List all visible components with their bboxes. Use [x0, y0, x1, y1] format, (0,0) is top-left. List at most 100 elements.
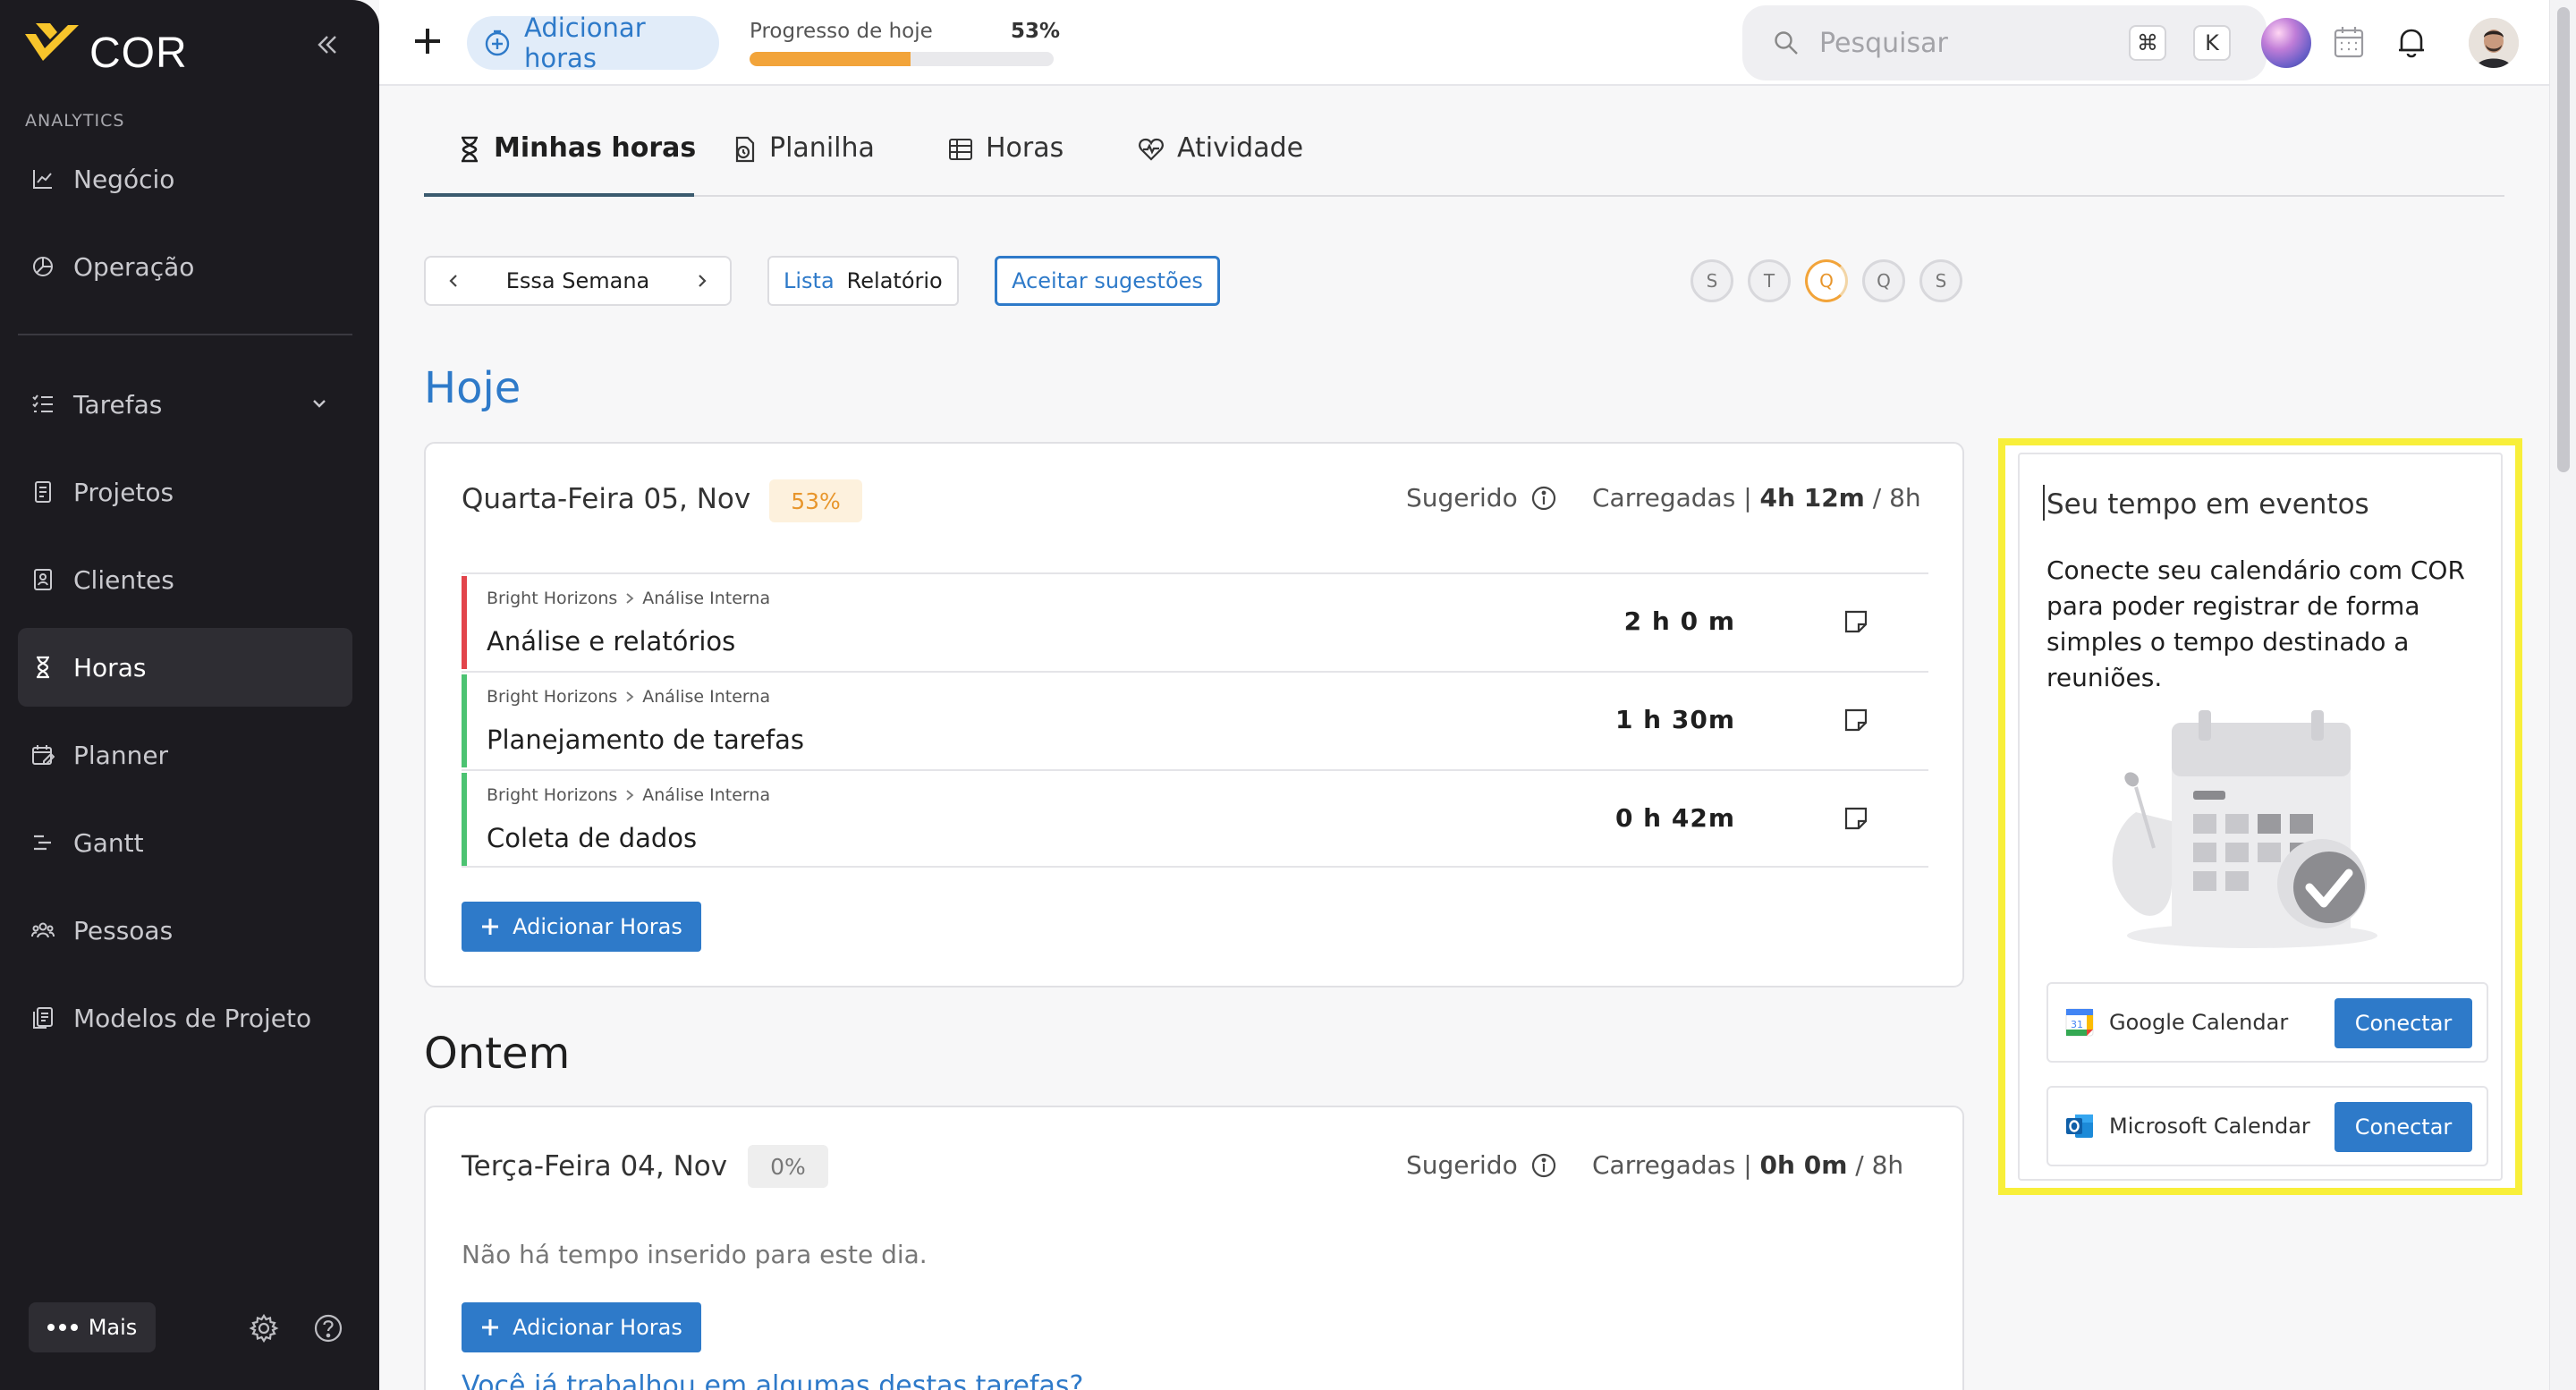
- search-input[interactable]: [1819, 27, 2106, 59]
- loaded-hours: Carregadas | 0h 0m / 8h: [1592, 1150, 1903, 1180]
- chevron-left-icon[interactable]: [445, 273, 462, 289]
- google-calendar-icon: 31: [2064, 1007, 2095, 1038]
- sidebar-item-planner[interactable]: Planner: [18, 716, 352, 794]
- page-scrollbar[interactable]: [2549, 0, 2576, 1390]
- breadcrumb: Bright Horizons Análise Interna: [487, 687, 770, 707]
- view-toggle: Lista Relatório: [767, 256, 959, 306]
- tab-minhas-horas[interactable]: Minhas horas: [458, 132, 696, 197]
- time-entry[interactable]: Bright Horizons Análise Interna Planejam…: [462, 671, 1928, 769]
- entry-duration[interactable]: 2 h 0 m: [1624, 606, 1735, 636]
- note-icon[interactable]: [1843, 805, 1869, 832]
- add-hours-yesterday-button[interactable]: Adicionar Horas: [462, 1302, 701, 1352]
- chevron-right-icon: [624, 789, 635, 801]
- sidebar-item-modelos-de-projeto[interactable]: Modelos de Projeto: [18, 979, 352, 1057]
- avatar[interactable]: [2469, 18, 2519, 68]
- entry-color-bar: [462, 576, 467, 669]
- accept-suggestions-button[interactable]: Aceitar sugestões: [995, 256, 1220, 306]
- breadcrumb-client[interactable]: Bright Horizons: [487, 687, 617, 707]
- note-icon[interactable]: [1843, 608, 1869, 635]
- progress-bar: [750, 52, 1054, 66]
- sidebar-item-pessoas[interactable]: Pessoas: [18, 891, 352, 970]
- entry-duration[interactable]: 0 h 42m: [1615, 803, 1735, 833]
- gantt-icon: [30, 830, 55, 855]
- loaded-target: / 8h: [1872, 483, 1921, 513]
- calendar-edit-icon: [30, 742, 55, 767]
- sidebar-item-label: Planner: [73, 740, 169, 770]
- breadcrumb-client[interactable]: Bright Horizons: [487, 589, 617, 608]
- entry-duration[interactable]: 1 h 30m: [1615, 705, 1735, 734]
- section-label-analytics: ANALYTICS: [25, 111, 125, 131]
- assistant-orb-icon[interactable]: [2261, 18, 2311, 68]
- info-icon[interactable]: [1530, 485, 1557, 512]
- help-icon[interactable]: [313, 1313, 343, 1343]
- view-option-lista[interactable]: Lista: [784, 268, 835, 293]
- breadcrumb-project[interactable]: Análise Interna: [642, 589, 770, 608]
- breadcrumb-project[interactable]: Análise Interna: [642, 785, 770, 805]
- more-button[interactable]: Mais: [29, 1302, 156, 1352]
- week-navigator: Essa Semana: [424, 256, 732, 306]
- gear-icon[interactable]: [249, 1313, 279, 1343]
- day-selector-thu[interactable]: Q: [1862, 259, 1905, 302]
- chevron-right-icon[interactable]: [694, 273, 710, 289]
- cor-logo-icon[interactable]: [23, 21, 82, 66]
- connect-microsoft-button[interactable]: Conectar: [2334, 1102, 2472, 1152]
- add-hours-label: Adicionar horas: [524, 13, 646, 73]
- timesheet-icon: [732, 136, 757, 163]
- sidebar-item-clientes[interactable]: Clientes: [18, 540, 352, 619]
- tab-planilha[interactable]: Planilha: [732, 132, 875, 197]
- sidebar-item-projetos[interactable]: Projetos: [18, 453, 352, 531]
- tab-horas[interactable]: Horas: [948, 132, 1063, 197]
- day-selector-tue[interactable]: T: [1748, 259, 1791, 302]
- add-hours-button[interactable]: Adicionar horas: [467, 13, 719, 73]
- tab-label: Minhas horas: [494, 132, 697, 164]
- collapse-sidebar-icon[interactable]: [315, 32, 340, 57]
- day-selector-wed[interactable]: Q: [1805, 259, 1848, 302]
- task-name[interactable]: Análise e relatórios: [487, 626, 735, 657]
- task-name[interactable]: Coleta de dados: [487, 823, 697, 853]
- sidebar-item-label: Horas: [73, 652, 147, 682]
- calendar-icon[interactable]: [2333, 25, 2365, 59]
- sidebar-item-operacao[interactable]: Operação: [18, 227, 352, 306]
- breadcrumb-client[interactable]: Bright Horizons: [487, 785, 617, 805]
- loaded-label: Carregadas |: [1592, 1150, 1752, 1180]
- hourglass-icon: [458, 136, 481, 163]
- add-hours-today-button[interactable]: Adicionar Horas: [462, 902, 701, 952]
- suggested-label: Sugerido: [1406, 483, 1557, 513]
- view-option-relatorio[interactable]: Relatório: [847, 268, 943, 293]
- task-name[interactable]: Planejamento de tarefas: [487, 725, 804, 755]
- week-label[interactable]: Essa Semana: [506, 268, 650, 293]
- time-entry[interactable]: Bright Horizons Análise Interna Análise …: [462, 572, 1928, 671]
- add-hours-label: Adicionar Horas: [513, 1315, 682, 1340]
- active-tab-indicator: [424, 193, 694, 197]
- sidebar-item-gantt[interactable]: Gantt: [18, 803, 352, 882]
- plus-icon[interactable]: [411, 25, 444, 57]
- day-selector-fri[interactable]: S: [1919, 259, 1962, 302]
- chart-line-icon: [30, 166, 55, 191]
- tab-atividade[interactable]: Atividade: [1138, 132, 1303, 197]
- plus-icon: [480, 1318, 500, 1337]
- sidebar-item-negocio[interactable]: Negócio: [18, 140, 352, 218]
- progress-label: Progresso de hoje: [750, 20, 933, 43]
- document-icon: [30, 479, 55, 504]
- sidebar-item-tarefas[interactable]: Tarefas: [18, 365, 352, 444]
- scrollbar-thumb[interactable]: [2557, 7, 2570, 472]
- breadcrumb: Bright Horizons Análise Interna: [487, 589, 770, 608]
- events-panel-highlight: Seu tempo em eventos Conecte seu calendá…: [1998, 438, 2522, 1195]
- google-calendar-row: 31 Google Calendar Conectar: [2046, 982, 2488, 1063]
- suggested-tasks-link[interactable]: Você já trabalhou em algumas destas tare…: [462, 1370, 1083, 1390]
- breadcrumb-project[interactable]: Análise Interna: [642, 687, 770, 707]
- hourglass-icon: [30, 655, 55, 680]
- sidebar-item-label: Gantt: [73, 827, 144, 858]
- time-entry[interactable]: Bright Horizons Análise Interna Coleta d…: [462, 769, 1928, 868]
- brand-name: COR: [89, 30, 188, 77]
- search-box[interactable]: ⌘ K: [1742, 5, 2267, 81]
- info-icon[interactable]: [1530, 1152, 1557, 1179]
- microsoft-calendar-row: Microsoft Calendar Conectar: [2046, 1086, 2488, 1166]
- day-selector-mon[interactable]: S: [1690, 259, 1733, 302]
- note-icon[interactable]: [1843, 707, 1869, 733]
- bell-icon[interactable]: [2395, 25, 2428, 59]
- connect-google-button[interactable]: Conectar: [2334, 998, 2472, 1048]
- sidebar-item-horas[interactable]: Horas: [18, 628, 352, 707]
- chevron-down-icon[interactable]: [309, 394, 329, 413]
- loaded-value: 4h 12m: [1759, 483, 1865, 513]
